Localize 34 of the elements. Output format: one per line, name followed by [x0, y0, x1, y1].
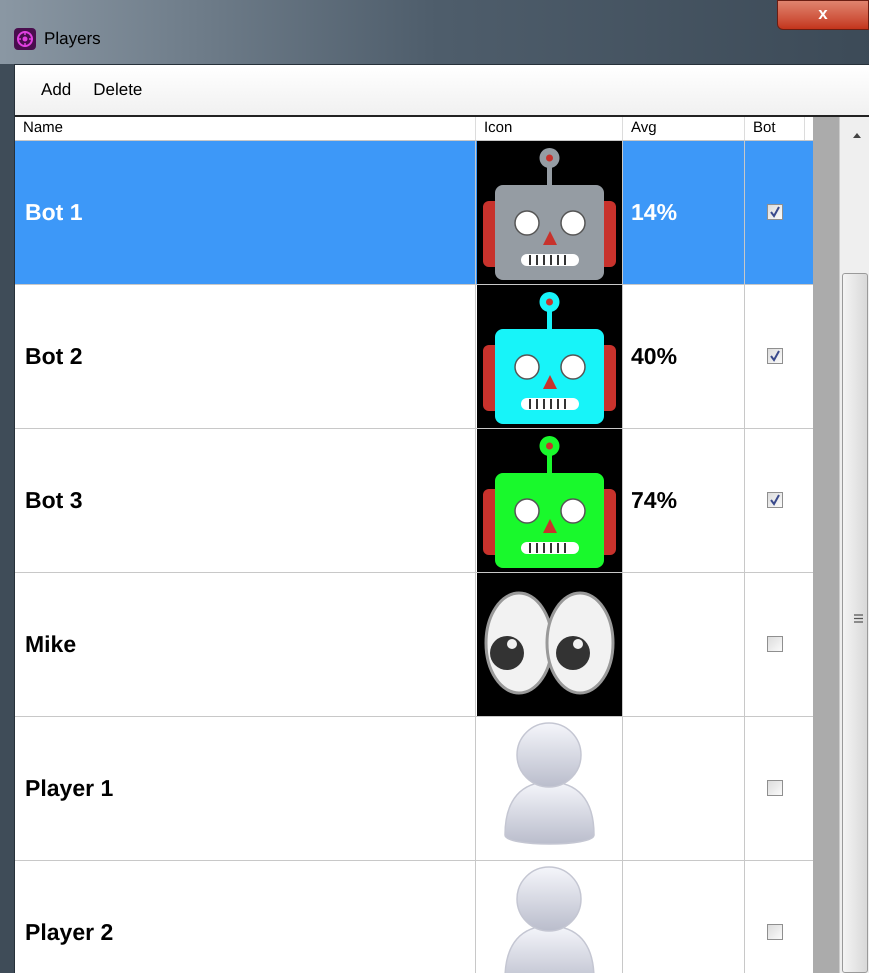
- close-button[interactable]: x: [777, 0, 869, 30]
- checkbox[interactable]: [767, 204, 783, 220]
- table-cell-text: 14%: [631, 198, 678, 227]
- column-header[interactable]: Name: [23, 117, 64, 140]
- scrollbar[interactable]: [839, 117, 869, 973]
- table-row[interactable]: Bot 2 40%: [15, 284, 813, 428]
- table-row[interactable]: Player 1: [15, 716, 813, 860]
- table-row[interactable]: Mike: [15, 572, 813, 716]
- table-cell-text: Mike: [25, 630, 76, 659]
- table-row[interactable]: Bot 3 74%: [15, 428, 813, 572]
- scrollbar-thumb[interactable]: [842, 273, 868, 973]
- table-cell-text: Bot 3: [25, 486, 82, 515]
- table-cell-text: 40%: [631, 342, 678, 371]
- grip-icon: [854, 614, 863, 623]
- checkbox[interactable]: [767, 636, 783, 652]
- table-cell-text: Player 2: [25, 918, 114, 947]
- scroll-up-icon[interactable]: [853, 133, 861, 138]
- menu-item[interactable]: Add: [37, 77, 76, 103]
- table-cell-text: Player 1: [25, 774, 114, 803]
- table-cell-text: 74%: [631, 486, 678, 515]
- column-header[interactable]: Icon: [484, 117, 512, 140]
- app-icon: [14, 28, 36, 50]
- column-header[interactable]: Bot: [753, 117, 776, 140]
- column-header[interactable]: Avg: [631, 117, 657, 140]
- eyes-icon: [476, 572, 622, 716]
- table-row[interactable]: Player 2: [15, 860, 813, 973]
- menu-item[interactable]: Delete: [89, 77, 146, 103]
- window-title: Players: [44, 28, 101, 50]
- table-cell-text: Bot 2: [25, 342, 82, 371]
- checkbox[interactable]: [767, 780, 783, 796]
- checkbox[interactable]: [767, 924, 783, 940]
- checkbox[interactable]: [767, 348, 783, 364]
- checkbox[interactable]: [767, 492, 783, 508]
- table-cell-text: Bot 1: [25, 198, 82, 227]
